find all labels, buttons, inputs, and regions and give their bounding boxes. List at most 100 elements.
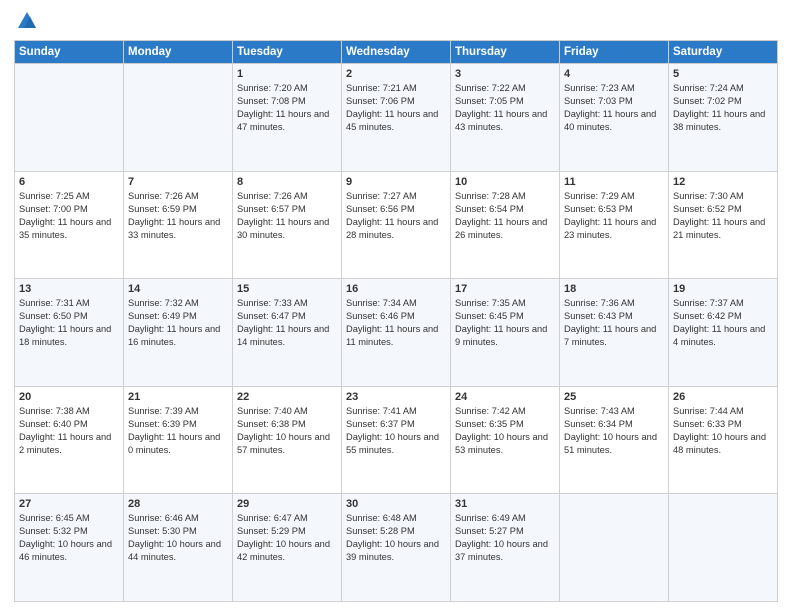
- day-number: 29: [237, 498, 337, 510]
- day-cell: 6 Sunrise: 7:25 AM Sunset: 7:00 PM Daylig…: [15, 171, 124, 279]
- day-number: 14: [128, 283, 228, 295]
- week-row-2: 6 Sunrise: 7:25 AM Sunset: 7:00 PM Daylig…: [15, 171, 778, 279]
- week-row-3: 13 Sunrise: 7:31 AM Sunset: 6:50 PM Dayli…: [15, 279, 778, 387]
- day-cell: 9 Sunrise: 7:27 AM Sunset: 6:56 PM Daylig…: [342, 171, 451, 279]
- day-info: Sunrise: 6:48 AM Sunset: 5:28 PM Dayligh…: [346, 512, 446, 564]
- calendar-table: SundayMondayTuesdayWednesdayThursdayFrid…: [14, 40, 778, 602]
- day-number: 25: [564, 391, 664, 403]
- day-number: 27: [19, 498, 119, 510]
- day-number: 11: [564, 176, 664, 188]
- day-number: 4: [564, 68, 664, 80]
- week-row-4: 20 Sunrise: 7:38 AM Sunset: 6:40 PM Dayli…: [15, 386, 778, 494]
- day-cell: [15, 64, 124, 172]
- day-cell: 23 Sunrise: 7:41 AM Sunset: 6:37 PM Dayli…: [342, 386, 451, 494]
- day-info: Sunrise: 7:40 AM Sunset: 6:38 PM Dayligh…: [237, 405, 337, 457]
- day-cell: 14Sunrise: 7:32 AM Sunset: 6:49 PM Dayli…: [124, 279, 233, 387]
- header: [14, 10, 778, 32]
- day-cell: 30 Sunrise: 6:48 AM Sunset: 5:28 PM Dayli…: [342, 494, 451, 602]
- day-info: Sunrise: 7:36 AM Sunset: 6:43 PM Dayligh…: [564, 297, 664, 349]
- day-cell: 8Sunrise: 7:26 AM Sunset: 6:57 PM Daylig…: [233, 171, 342, 279]
- day-cell: 1 Sunrise: 7:20 AM Sunset: 7:08 PM Daylig…: [233, 64, 342, 172]
- day-number: 8: [237, 176, 337, 188]
- day-number: 31: [455, 498, 555, 510]
- day-info: Sunrise: 7:22 AM Sunset: 7:05 PM Dayligh…: [455, 82, 555, 134]
- day-info: Sunrise: 7:30 AM Sunset: 6:52 PM Dayligh…: [673, 190, 773, 242]
- week-row-1: 1 Sunrise: 7:20 AM Sunset: 7:08 PM Daylig…: [15, 64, 778, 172]
- day-info: Sunrise: 7:44 AM Sunset: 6:33 PM Dayligh…: [673, 405, 773, 457]
- day-number: 19: [673, 283, 773, 295]
- day-number: 2: [346, 68, 446, 80]
- day-info: Sunrise: 7:28 AM Sunset: 6:54 PM Dayligh…: [455, 190, 555, 242]
- day-cell: 27 Sunrise: 6:45 AM Sunset: 5:32 PM Dayli…: [15, 494, 124, 602]
- header-row: SundayMondayTuesdayWednesdayThursdayFrid…: [15, 41, 778, 64]
- day-cell: 13 Sunrise: 7:31 AM Sunset: 6:50 PM Dayli…: [15, 279, 124, 387]
- day-cell: 25 Sunrise: 7:43 AM Sunset: 6:34 PM Dayli…: [560, 386, 669, 494]
- day-number: 10: [455, 176, 555, 188]
- day-cell: [560, 494, 669, 602]
- logo-icon: [16, 10, 38, 32]
- day-info: Sunrise: 7:34 AM Sunset: 6:46 PM Dayligh…: [346, 297, 446, 349]
- day-info: Sunrise: 6:49 AM Sunset: 5:27 PM Dayligh…: [455, 512, 555, 564]
- day-number: 13: [19, 283, 119, 295]
- page: SundayMondayTuesdayWednesdayThursdayFrid…: [0, 0, 792, 612]
- day-cell: 11 Sunrise: 7:29 AM Sunset: 6:53 PM Dayli…: [560, 171, 669, 279]
- day-cell: 31 Sunrise: 6:49 AM Sunset: 5:27 PM Dayli…: [451, 494, 560, 602]
- day-info: Sunrise: 6:45 AM Sunset: 5:32 PM Dayligh…: [19, 512, 119, 564]
- day-number: 5: [673, 68, 773, 80]
- day-number: 24: [455, 391, 555, 403]
- day-cell: 15Sunrise: 7:33 AM Sunset: 6:47 PM Dayli…: [233, 279, 342, 387]
- day-info: Sunrise: 7:29 AM Sunset: 6:53 PM Dayligh…: [564, 190, 664, 242]
- day-number: 1: [237, 68, 337, 80]
- col-header-friday: Friday: [560, 41, 669, 64]
- day-number: 12: [673, 176, 773, 188]
- day-number: 9: [346, 176, 446, 188]
- day-info: Sunrise: 7:43 AM Sunset: 6:34 PM Dayligh…: [564, 405, 664, 457]
- day-info: Sunrise: 6:46 AM Sunset: 5:30 PM Dayligh…: [128, 512, 228, 564]
- day-info: Sunrise: 7:20 AM Sunset: 7:08 PM Dayligh…: [237, 82, 337, 134]
- day-cell: 28Sunrise: 6:46 AM Sunset: 5:30 PM Dayli…: [124, 494, 233, 602]
- day-info: Sunrise: 7:21 AM Sunset: 7:06 PM Dayligh…: [346, 82, 446, 134]
- week-row-5: 27 Sunrise: 6:45 AM Sunset: 5:32 PM Dayli…: [15, 494, 778, 602]
- day-number: 16: [346, 283, 446, 295]
- day-number: 30: [346, 498, 446, 510]
- day-info: Sunrise: 7:23 AM Sunset: 7:03 PM Dayligh…: [564, 82, 664, 134]
- col-header-thursday: Thursday: [451, 41, 560, 64]
- day-number: 7: [128, 176, 228, 188]
- day-number: 18: [564, 283, 664, 295]
- day-cell: 16 Sunrise: 7:34 AM Sunset: 6:46 PM Dayli…: [342, 279, 451, 387]
- day-cell: 20 Sunrise: 7:38 AM Sunset: 6:40 PM Dayli…: [15, 386, 124, 494]
- day-number: 22: [237, 391, 337, 403]
- day-info: Sunrise: 7:41 AM Sunset: 6:37 PM Dayligh…: [346, 405, 446, 457]
- day-info: Sunrise: 7:38 AM Sunset: 6:40 PM Dayligh…: [19, 405, 119, 457]
- day-cell: 22 Sunrise: 7:40 AM Sunset: 6:38 PM Dayli…: [233, 386, 342, 494]
- col-header-saturday: Saturday: [669, 41, 778, 64]
- day-info: Sunrise: 7:31 AM Sunset: 6:50 PM Dayligh…: [19, 297, 119, 349]
- day-info: Sunrise: 7:27 AM Sunset: 6:56 PM Dayligh…: [346, 190, 446, 242]
- day-info: Sunrise: 7:25 AM Sunset: 7:00 PM Dayligh…: [19, 190, 119, 242]
- day-number: 20: [19, 391, 119, 403]
- col-header-wednesday: Wednesday: [342, 41, 451, 64]
- day-cell: 7 Sunrise: 7:26 AM Sunset: 6:59 PM Daylig…: [124, 171, 233, 279]
- day-info: Sunrise: 7:37 AM Sunset: 6:42 PM Dayligh…: [673, 297, 773, 349]
- day-number: 15: [237, 283, 337, 295]
- day-cell: 26 Sunrise: 7:44 AM Sunset: 6:33 PM Dayli…: [669, 386, 778, 494]
- day-number: 3: [455, 68, 555, 80]
- day-cell: 29 Sunrise: 6:47 AM Sunset: 5:29 PM Dayli…: [233, 494, 342, 602]
- day-cell: 17Sunrise: 7:35 AM Sunset: 6:45 PM Dayli…: [451, 279, 560, 387]
- day-number: 6: [19, 176, 119, 188]
- day-number: 21: [128, 391, 228, 403]
- day-cell: 19 Sunrise: 7:37 AM Sunset: 6:42 PM Dayli…: [669, 279, 778, 387]
- day-number: 17: [455, 283, 555, 295]
- day-info: Sunrise: 7:39 AM Sunset: 6:39 PM Dayligh…: [128, 405, 228, 457]
- day-number: 23: [346, 391, 446, 403]
- logo: [14, 10, 38, 32]
- day-cell: 5 Sunrise: 7:24 AM Sunset: 7:02 PM Daylig…: [669, 64, 778, 172]
- day-number: 26: [673, 391, 773, 403]
- day-info: Sunrise: 7:26 AM Sunset: 6:59 PM Dayligh…: [128, 190, 228, 242]
- day-cell: 21 Sunrise: 7:39 AM Sunset: 6:39 PM Dayli…: [124, 386, 233, 494]
- day-info: Sunrise: 7:24 AM Sunset: 7:02 PM Dayligh…: [673, 82, 773, 134]
- day-cell: 3 Sunrise: 7:22 AM Sunset: 7:05 PM Daylig…: [451, 64, 560, 172]
- day-info: Sunrise: 6:47 AM Sunset: 5:29 PM Dayligh…: [237, 512, 337, 564]
- day-cell: 24Sunrise: 7:42 AM Sunset: 6:35 PM Dayli…: [451, 386, 560, 494]
- day-cell: 12 Sunrise: 7:30 AM Sunset: 6:52 PM Dayli…: [669, 171, 778, 279]
